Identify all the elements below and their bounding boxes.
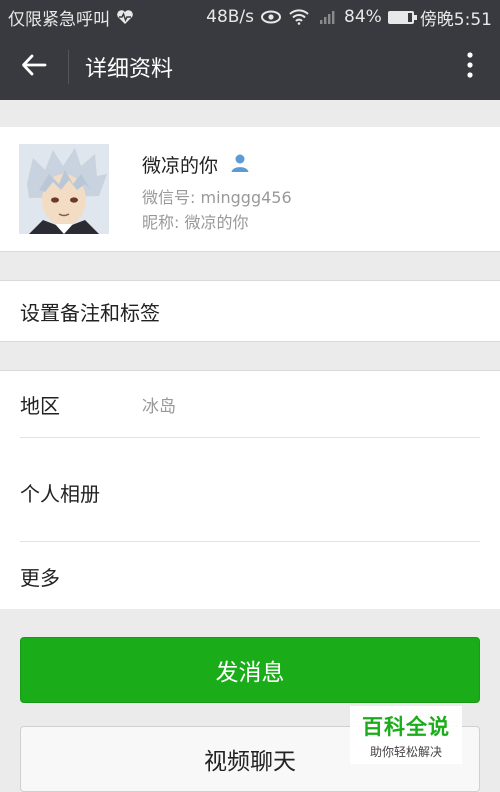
battery-icon bbox=[387, 10, 417, 24]
status-bar: 仅限紧急呼叫 48B/s 84% 傍晚5:51 bbox=[0, 0, 500, 34]
info-group: 地区 冰岛 个人相册 更多 bbox=[0, 370, 500, 609]
status-left: 仅限紧急呼叫 bbox=[8, 5, 206, 30]
contact-person-icon bbox=[230, 153, 250, 177]
eye-icon bbox=[260, 6, 282, 28]
more-info-row[interactable]: 更多 bbox=[20, 543, 480, 609]
personal-album-row[interactable]: 个人相册 bbox=[20, 438, 480, 542]
page-title: 详细资料 bbox=[85, 57, 174, 82]
personal-album-label: 个人相册 bbox=[20, 482, 100, 506]
app-bar: 详细资料 bbox=[0, 34, 500, 100]
battery-fill bbox=[389, 12, 409, 22]
heart-pulse-icon bbox=[114, 6, 136, 28]
watermark: 百科全说 助你轻松解决 bbox=[350, 706, 462, 764]
watermark-title: 百科全说 bbox=[362, 714, 450, 739]
avatar[interactable] bbox=[19, 144, 109, 234]
send-message-label: 发消息 bbox=[215, 660, 285, 686]
back-arrow-icon bbox=[21, 54, 47, 80]
more-vertical-icon bbox=[466, 51, 474, 83]
contact-name: 微凉的你 bbox=[142, 155, 219, 177]
signal-icon bbox=[316, 6, 338, 28]
more-info-label: 更多 bbox=[20, 565, 60, 590]
wechat-id: 微信号: minggg456 bbox=[142, 188, 292, 207]
nickname: 昵称: 微凉的你 bbox=[142, 213, 249, 232]
back-button[interactable] bbox=[0, 34, 68, 100]
appbar-divider bbox=[68, 50, 69, 84]
region-label: 地区 bbox=[20, 393, 60, 418]
clock: 傍晚5:51 bbox=[419, 9, 492, 30]
name-row: 微凉的你 bbox=[142, 151, 250, 178]
region-value: 冰岛 bbox=[142, 396, 176, 417]
set-remark-and-tags[interactable]: 设置备注和标签 bbox=[0, 280, 500, 342]
set-remark-label: 设置备注和标签 bbox=[20, 300, 160, 325]
watermark-subtitle: 助你轻松解决 bbox=[369, 744, 442, 759]
region-row: 地区 冰岛 bbox=[20, 371, 480, 438]
wifi-icon bbox=[288, 6, 310, 28]
battery-percent: 84% bbox=[344, 7, 382, 27]
status-right: 48B/s 84% 傍晚5:51 bbox=[206, 5, 492, 30]
profile-card: 微凉的你 微信号: minggg456 昵称: 微凉的你 bbox=[0, 127, 500, 252]
network-speed: 48B/s bbox=[206, 7, 255, 27]
send-message-button[interactable]: 发消息 bbox=[20, 637, 480, 703]
carrier-text: 仅限紧急呼叫 bbox=[8, 9, 110, 30]
more-options-button[interactable] bbox=[440, 34, 500, 100]
video-chat-label: 视频聊天 bbox=[204, 749, 296, 775]
